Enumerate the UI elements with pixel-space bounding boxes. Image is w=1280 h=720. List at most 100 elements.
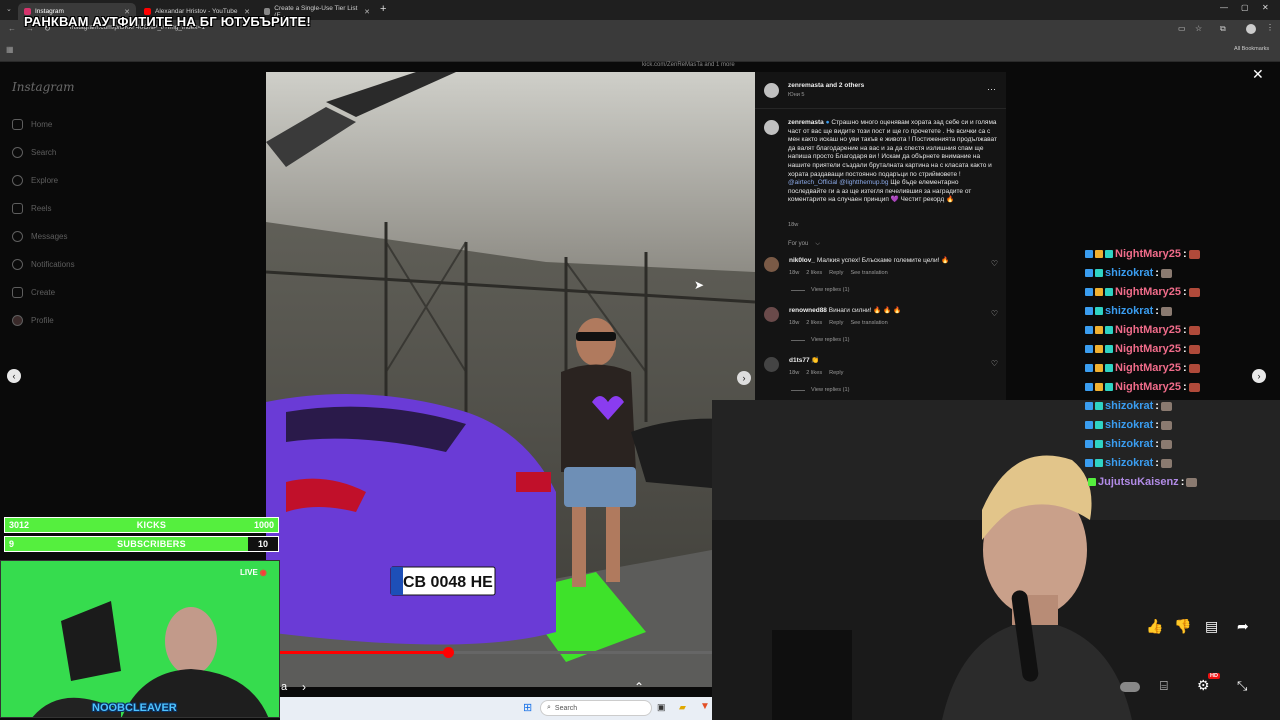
like-comment-icon[interactable]: ♡ xyxy=(991,309,998,318)
all-bookmarks-link[interactable]: All Bookmarks xyxy=(1234,46,1269,52)
comment-avatar[interactable] xyxy=(764,307,779,322)
chat-username[interactable]: shizokrat xyxy=(1105,419,1153,431)
reply-button[interactable]: Reply xyxy=(829,370,843,376)
caption-user[interactable]: zenremasta xyxy=(788,119,824,126)
caption-avatar[interactable] xyxy=(764,120,779,135)
instagram-logo[interactable]: Instagram xyxy=(12,80,75,94)
link-in-bio[interactable]: kick.com/ZenReMasTa and 1 more xyxy=(642,62,735,68)
chat-username[interactable]: NightMary25 xyxy=(1115,343,1181,355)
streamer-name: NOOBCLEAVER xyxy=(92,702,177,714)
chat-username[interactable]: shizokrat xyxy=(1105,305,1153,317)
heart-icon xyxy=(12,259,23,270)
close-icon[interactable]: ✕ xyxy=(1252,66,1264,83)
chat-username[interactable]: shizokrat xyxy=(1105,400,1153,412)
comment: nik0lov_ Малкия успех! Блъскаме големите… xyxy=(789,257,989,266)
nav-messages[interactable]: Messages xyxy=(12,231,67,242)
like-comment-icon[interactable]: ♡ xyxy=(991,259,998,268)
comment-user[interactable]: renowned88 xyxy=(789,307,827,314)
previous-post-icon[interactable]: ‹ xyxy=(7,369,21,383)
comment-likes[interactable]: 2 likes xyxy=(806,320,822,326)
toggle-icon[interactable] xyxy=(1120,682,1140,692)
nav-explore[interactable]: Explore xyxy=(12,175,58,186)
share-icon[interactable]: ➦ xyxy=(1237,618,1249,635)
nav-profile[interactable]: Profile xyxy=(12,315,54,326)
nav-label: Home xyxy=(31,120,53,129)
extensions-icon[interactable]: ⧉ xyxy=(1220,24,1226,34)
next-post-icon[interactable]: › xyxy=(1252,369,1266,383)
chevron-up-icon[interactable]: ⌃ xyxy=(634,680,644,694)
more-options-icon[interactable]: ⋯ xyxy=(987,84,996,95)
chat-username[interactable]: NightMary25 xyxy=(1115,381,1181,393)
comment-time: 18w xyxy=(789,320,800,326)
menu-dots-icon[interactable]: ⋮ xyxy=(1266,23,1274,32)
like-icon[interactable]: 👍 xyxy=(1146,618,1163,635)
like-comment-icon[interactable]: ♡ xyxy=(991,359,998,368)
back-icon[interactable]: ← xyxy=(8,24,16,33)
nav-reels[interactable]: Reels xyxy=(12,203,51,214)
chat-username[interactable]: NightMary25 xyxy=(1115,248,1181,260)
brave-icon[interactable]: ▼ xyxy=(700,701,710,712)
close-window-icon[interactable]: ✕ xyxy=(1262,3,1269,12)
apps-icon[interactable]: ▦ xyxy=(6,45,14,54)
chat-separator: : xyxy=(1155,457,1159,469)
taskbar-search[interactable]: ⌕ Search xyxy=(540,700,652,716)
comment-avatar[interactable] xyxy=(764,257,779,272)
chat-username[interactable]: shizokrat xyxy=(1105,457,1153,469)
comment-user[interactable]: d1ts77 xyxy=(789,357,810,364)
task-view-icon[interactable]: ▣ xyxy=(657,702,666,713)
maximize-icon[interactable]: ▢ xyxy=(1241,3,1249,12)
chat-username[interactable]: JujutsuKaisenz xyxy=(1098,476,1179,488)
comment-likes[interactable]: 2 likes xyxy=(806,270,822,276)
nav-home[interactable]: Home xyxy=(12,119,52,130)
comments-panel: zenremasta and 2 others Юни 5 ⋯ zenremas… xyxy=(755,72,1006,400)
chat-message: NightMary25: xyxy=(1085,324,1200,336)
profile-avatar-icon[interactable] xyxy=(1246,24,1256,34)
nav-create[interactable]: Create xyxy=(12,287,55,298)
file-explorer-icon[interactable]: ▰ xyxy=(679,702,686,713)
counter-current: 3012 xyxy=(9,520,30,530)
author-line[interactable]: zenremasta and 2 others xyxy=(788,82,864,89)
chevron-right-icon[interactable]: › xyxy=(302,680,306,694)
chat-badge-icon xyxy=(1085,402,1093,410)
nav-search[interactable]: Search xyxy=(12,147,56,158)
windows-start-icon[interactable]: ⊞ xyxy=(523,701,532,714)
view-replies-button[interactable]: View replies (1) xyxy=(791,387,849,393)
comment-icon[interactable]: ▤ xyxy=(1205,618,1218,635)
next-image-icon[interactable]: › xyxy=(737,371,751,385)
reply-button[interactable]: Reply xyxy=(829,270,843,276)
chat-username[interactable]: NightMary25 xyxy=(1115,286,1181,298)
subtitles-icon[interactable]: ⌸ xyxy=(1160,678,1168,694)
for-you-filter[interactable]: For you ⌵ xyxy=(788,241,820,248)
exit-fullscreen-icon[interactable]: ⤡ xyxy=(1237,678,1247,694)
view-replies-button[interactable]: View replies (1) xyxy=(791,337,849,343)
chat-username[interactable]: shizokrat xyxy=(1105,267,1153,279)
comment: d1ts77 👏 xyxy=(789,357,989,366)
view-replies-button[interactable]: View replies (1) xyxy=(791,287,849,293)
see-translation-button[interactable]: See translation xyxy=(850,270,887,276)
author-avatar[interactable] xyxy=(764,83,779,98)
comment-user[interactable]: nik0lov_ xyxy=(789,257,815,264)
reply-button[interactable]: Reply xyxy=(829,320,843,326)
live-label: LIVE xyxy=(240,568,258,577)
profile-icon xyxy=(12,315,23,326)
nav-notifications[interactable]: Notifications xyxy=(12,259,75,270)
caption-links[interactable]: @airtech_Official @lightthemup.bg xyxy=(788,179,889,186)
star-icon[interactable]: ☆ xyxy=(1195,24,1202,33)
new-tab-icon[interactable]: + xyxy=(380,3,386,15)
dislike-icon[interactable]: 👎 xyxy=(1174,618,1191,635)
settings-gear-icon[interactable]: ⚙ xyxy=(1197,677,1210,694)
comment-meta: 18w 2 likes Reply See translation xyxy=(789,320,888,326)
comment-likes[interactable]: 2 likes xyxy=(806,370,822,376)
chat-username[interactable]: NightMary25 xyxy=(1115,324,1181,336)
see-translation-button[interactable]: See translation xyxy=(850,320,887,326)
tab-list-icon[interactable]: ⌄ xyxy=(6,5,12,13)
home-icon xyxy=(12,119,23,130)
close-tab-icon[interactable]: ✕ xyxy=(364,8,370,16)
chat-username[interactable]: shizokrat xyxy=(1105,438,1153,450)
chat-username[interactable]: NightMary25 xyxy=(1115,362,1181,374)
post-author[interactable]: zenremasta and 2 others xyxy=(788,82,864,91)
post-image[interactable]: CB 0048 HE xyxy=(266,72,755,687)
cast-icon[interactable]: ▭ xyxy=(1178,24,1186,33)
comment-avatar[interactable] xyxy=(764,357,779,372)
minimize-icon[interactable]: — xyxy=(1220,3,1228,12)
